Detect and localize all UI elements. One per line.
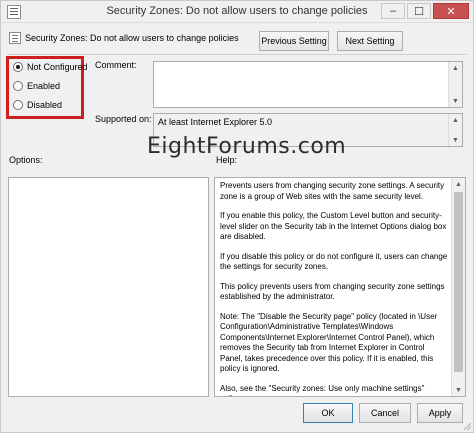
radio-not-configured[interactable]: Not Configured — [13, 62, 88, 72]
comment-scrollbar[interactable]: ▲ ▼ — [448, 62, 462, 107]
policy-icon — [9, 32, 21, 44]
comment-textarea[interactable]: ▲ ▼ — [153, 61, 463, 108]
help-label: Help: — [216, 155, 238, 165]
options-panel — [8, 177, 209, 397]
radio-enabled-label: Enabled — [27, 81, 61, 91]
scroll-down-icon[interactable]: ▼ — [449, 134, 462, 146]
watermark: EightForums.com — [147, 134, 347, 159]
supported-on-label: Supported on: — [95, 114, 152, 124]
radio-not-configured-label: Not Configured — [27, 62, 88, 72]
scroll-up-icon[interactable]: ▲ — [449, 114, 462, 126]
radio-disabled[interactable]: Disabled — [13, 100, 62, 110]
policy-dialog: Security Zones: Do not allow users to ch… — [0, 0, 474, 433]
scroll-down-icon[interactable]: ▼ — [452, 384, 465, 396]
maximize-button[interactable]: ☐ — [407, 3, 431, 19]
help-paragraph: If you disable this policy or do not con… — [220, 251, 448, 272]
resize-grip-icon[interactable] — [461, 420, 471, 430]
previous-setting-button[interactable]: Previous Setting — [259, 31, 329, 51]
help-paragraph: This policy prevents users from changing… — [220, 281, 445, 302]
apply-button[interactable]: Apply — [417, 403, 463, 423]
help-scrollbar[interactable]: ▲ ▼ — [451, 178, 465, 396]
title-bar[interactable]: Security Zones: Do not allow users to ch… — [1, 1, 473, 23]
help-paragraph: Note: The "Disable the Security page" po… — [220, 311, 438, 374]
radio-not-configured-button[interactable] — [13, 62, 23, 72]
window-controls: – ☐ ✕ — [381, 3, 469, 19]
header-separator — [7, 54, 467, 55]
next-setting-button[interactable]: Next Setting — [337, 31, 403, 51]
radio-disabled-button[interactable] — [13, 100, 23, 110]
ok-button[interactable]: OK — [303, 403, 353, 423]
supported-on-value: At least Internet Explorer 5.0 — [158, 117, 273, 127]
help-panel[interactable]: Prevents users from changing security zo… — [214, 177, 466, 397]
radio-enabled-button[interactable] — [13, 81, 23, 91]
scrollbar-thumb[interactable] — [454, 192, 463, 372]
close-button[interactable]: ✕ — [433, 3, 469, 19]
options-label: Options: — [9, 155, 43, 165]
comment-label: Comment: — [95, 60, 137, 70]
minimize-button[interactable]: – — [381, 3, 405, 19]
scroll-up-icon[interactable]: ▲ — [452, 178, 465, 190]
scroll-up-icon[interactable]: ▲ — [449, 62, 462, 74]
help-paragraph: If you enable this policy, the Custom Le… — [220, 211, 447, 241]
radio-enabled[interactable]: Enabled — [13, 81, 60, 91]
supported-on-scrollbar[interactable]: ▲ ▼ — [448, 114, 462, 146]
radio-disabled-label: Disabled — [27, 100, 63, 110]
scroll-down-icon[interactable]: ▼ — [449, 95, 462, 107]
state-radio-group: Not Configured Enabled Disabled — [6, 56, 88, 119]
policy-name: Security Zones: Do not allow users to ch… — [25, 33, 239, 43]
help-text: Prevents users from changing security zo… — [220, 181, 448, 397]
help-paragraph: Also, see the "Security zones: Use only … — [220, 383, 425, 397]
help-paragraph: Prevents users from changing security zo… — [220, 181, 445, 201]
cancel-button[interactable]: Cancel — [359, 403, 411, 423]
policy-header: Security Zones: Do not allow users to ch… — [9, 32, 239, 44]
